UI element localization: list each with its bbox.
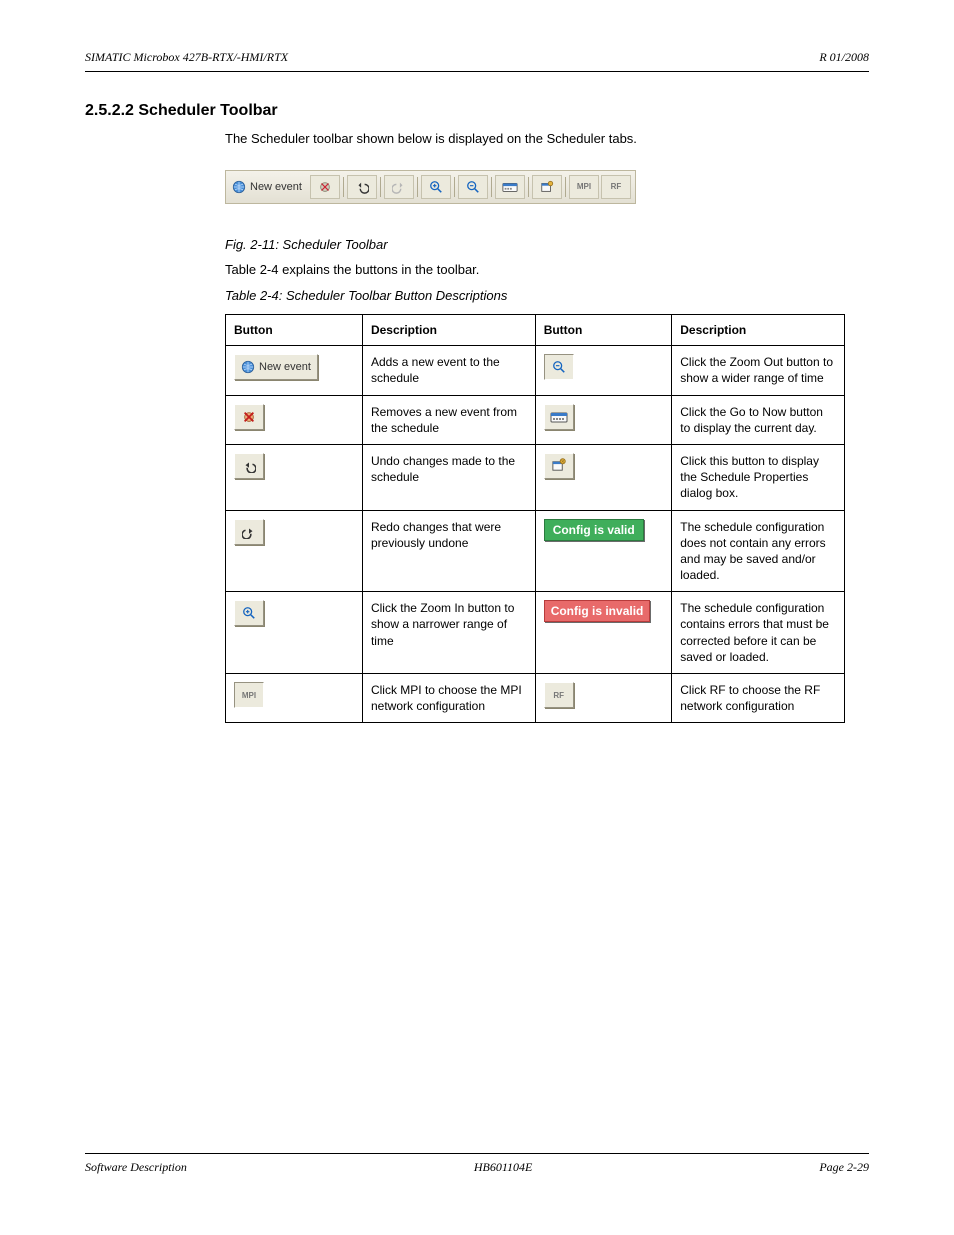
page-footer: Software Description HB601104E Page 2-29 — [85, 1153, 869, 1175]
cell-desc: Adds a new event to the schedule — [362, 346, 535, 395]
header-left: SIMATIC Microbox 427B-RTX/-HMI/RTX — [85, 50, 288, 65]
toolbar-rf[interactable]: RF — [601, 175, 631, 199]
cell-desc: The schedule configuration contains erro… — [672, 592, 845, 674]
scheduler-toolbar: New event — [225, 170, 636, 204]
redo-icon — [392, 180, 406, 194]
zoom-out-icon — [552, 360, 566, 374]
zoom-out-button[interactable] — [544, 354, 574, 380]
toolbar-new-event-label: New event — [250, 181, 302, 193]
zoom-out-icon — [466, 180, 480, 194]
toolbar-undo[interactable] — [347, 175, 377, 199]
config-valid-badge: Config is valid — [544, 519, 644, 541]
toolbar-redo[interactable] — [384, 175, 414, 199]
page: SIMATIC Microbox 427B-RTX/-HMI/RTX R 01/… — [0, 0, 954, 1235]
properties-icon — [540, 180, 554, 194]
toolbar-separator — [343, 177, 344, 197]
cell-desc: Redo changes that were previously undone — [362, 510, 535, 592]
header-right: R 01/2008 — [819, 50, 869, 65]
table-row: MPI Click MPI to choose the MPI network … — [226, 674, 845, 723]
undo-icon — [355, 180, 369, 194]
toolbar-separator — [528, 177, 529, 197]
footer-right: Page 2-29 — [819, 1160, 869, 1175]
table-row: New event Adds a new event to the schedu… — [226, 346, 845, 395]
today-icon — [502, 180, 518, 194]
table-row: Removes a new event from the schedule — [226, 395, 845, 444]
redo-button[interactable] — [234, 519, 264, 545]
new-event-button-label: New event — [259, 361, 311, 373]
table-caption: Table 2-4: Scheduler Toolbar Button Desc… — [225, 287, 869, 305]
toolbar-zoom-out[interactable] — [458, 175, 488, 199]
toolbar-goto-now[interactable] — [495, 175, 525, 199]
globe-icon — [241, 360, 255, 374]
page-header: SIMATIC Microbox 427B-RTX/-HMI/RTX R 01/… — [85, 50, 869, 65]
toolbar-new-event[interactable]: New event — [230, 180, 308, 194]
zoom-in-icon — [242, 606, 256, 620]
cell-desc: Removes a new event from the schedule — [362, 395, 535, 444]
toolbar-separator — [565, 177, 566, 197]
rf-label: RF — [553, 691, 564, 700]
mpi-label: MPI — [242, 691, 256, 700]
cell-desc: The schedule configuration does not cont… — [672, 510, 845, 592]
goto-now-button[interactable] — [544, 404, 574, 430]
toolbar-zoom-in[interactable] — [421, 175, 451, 199]
cell-desc: Click the Zoom Out button to show a wide… — [672, 346, 845, 395]
mpi-button[interactable]: MPI — [234, 682, 264, 708]
cell-desc: Click the Zoom In button to show a narro… — [362, 592, 535, 674]
zoom-in-icon — [429, 180, 443, 194]
remove-event-button[interactable] — [234, 404, 264, 430]
table-intro: Table 2-4 explains the buttons in the to… — [225, 261, 869, 279]
zoom-in-button[interactable] — [234, 600, 264, 626]
remove-icon — [318, 180, 332, 194]
cell-desc: Click the Go to Now button to display th… — [672, 395, 845, 444]
th-button-2: Button — [535, 315, 672, 346]
remove-icon — [242, 410, 256, 424]
rf-label: RF — [611, 182, 622, 191]
undo-icon — [242, 459, 256, 473]
undo-button[interactable] — [234, 453, 264, 479]
th-desc-2: Description — [672, 315, 845, 346]
properties-icon — [551, 458, 566, 473]
table-row: Undo changes made to the schedule Click … — [226, 444, 845, 510]
th-button-1: Button — [226, 315, 363, 346]
table-row: Redo changes that were previously undone… — [226, 510, 845, 592]
toolbar-separator — [380, 177, 381, 197]
table-row: Click the Zoom In button to show a narro… — [226, 592, 845, 674]
toolbar-separator — [491, 177, 492, 197]
today-icon — [550, 410, 568, 424]
toolbar-mpi[interactable]: MPI — [569, 175, 599, 199]
cell-desc: Click MPI to choose the MPI network conf… — [362, 674, 535, 723]
toolbar-description-table: Button Description Button Description Ne… — [225, 314, 845, 723]
toolbar-remove-event[interactable] — [310, 175, 340, 199]
header-rule — [85, 71, 869, 72]
toolbar-separator — [454, 177, 455, 197]
rf-button[interactable]: RF — [544, 682, 574, 708]
toolbar-properties[interactable] — [532, 175, 562, 199]
figure-caption: Fig. 2-11: Scheduler Toolbar — [225, 236, 869, 254]
footer-left: Software Description — [85, 1160, 187, 1175]
mpi-label: MPI — [577, 182, 591, 191]
toolbar-separator — [417, 177, 418, 197]
cell-desc: Click RF to choose the RF network config… — [672, 674, 845, 723]
th-desc-1: Description — [362, 315, 535, 346]
new-event-button[interactable]: New event — [234, 354, 318, 380]
globe-icon — [232, 180, 246, 194]
config-invalid-badge: Config is invalid — [544, 600, 651, 622]
intro-text: The Scheduler toolbar shown below is dis… — [225, 130, 869, 148]
footer-center: HB601104E — [474, 1160, 532, 1175]
footer-rule — [85, 1153, 869, 1154]
cell-desc: Click this button to display the Schedul… — [672, 444, 845, 510]
cell-desc: Undo changes made to the schedule — [362, 444, 535, 510]
section-heading: 2.5.2.2 Scheduler Toolbar — [85, 102, 869, 120]
redo-icon — [242, 525, 256, 539]
properties-button[interactable] — [544, 453, 574, 479]
